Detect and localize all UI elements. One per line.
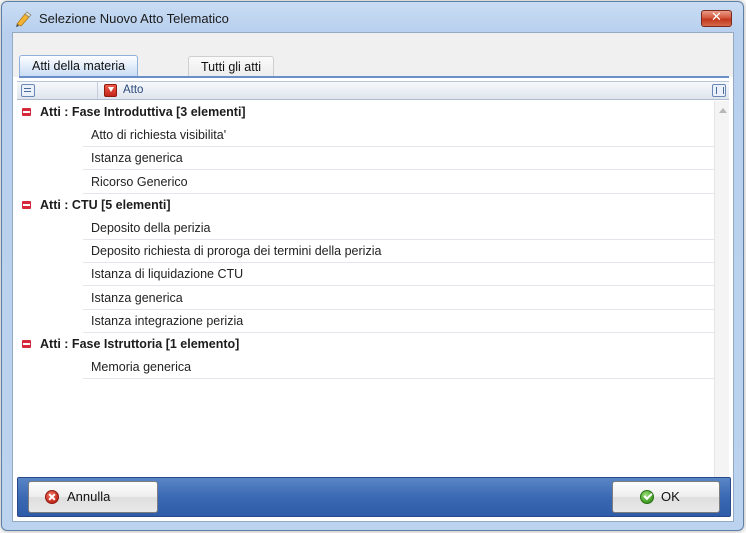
collapse-minus-icon[interactable]: [22, 339, 31, 348]
list-item-label: Atto di richiesta visibilita': [83, 124, 714, 148]
grid-rows: Atti : Fase Introduttiva [3 elementi] Att…: [17, 101, 714, 380]
ok-button-label: OK: [661, 489, 680, 504]
group-row[interactable]: Atti : CTU [5 elementi]: [17, 194, 714, 217]
tab-underline: [19, 76, 729, 78]
close-button[interactable]: ✕: [701, 10, 732, 27]
list-item[interactable]: Deposito richiesta di proroga dei termin…: [17, 240, 714, 264]
list-item-label: Istanza integrazione perizia: [83, 310, 714, 333]
scroll-up-icon[interactable]: [719, 108, 727, 113]
group-label: Atti : Fase Istruttoria [1 elemento]: [40, 336, 240, 351]
collapse-minus-icon[interactable]: [22, 200, 31, 209]
header-separator: [97, 82, 98, 99]
vertical-scrollbar[interactable]: [714, 101, 729, 505]
list-item[interactable]: Ricorso Generico: [17, 171, 714, 194]
list-item-label: Istanza generica: [83, 287, 714, 310]
dialog-content: Atti della materia Tutti gli atti Atto A…: [12, 32, 734, 522]
column-header-atto[interactable]: Atto: [123, 84, 143, 96]
list-item[interactable]: Istanza di liquidazione CTU: [17, 263, 714, 287]
ok-button[interactable]: OK: [612, 481, 720, 513]
list-item-label: Deposito della perizia: [83, 217, 714, 240]
grid-body: Atti : Fase Introduttiva [3 elementi] Att…: [17, 101, 729, 505]
title-bar[interactable]: Selezione Nuovo Atto Telematico ✕: [2, 2, 743, 34]
group-row[interactable]: Atti : Fase Istruttoria [1 elemento]: [17, 333, 714, 356]
check-icon: [640, 490, 654, 504]
tab-atti-della-materia[interactable]: Atti della materia: [19, 55, 139, 77]
cancel-icon: [45, 490, 59, 504]
tab-tutti-gli-atti[interactable]: Tutti gli atti: [188, 56, 274, 77]
list-item-label: Deposito richiesta di proroga dei termin…: [83, 240, 714, 264]
list-item[interactable]: Istanza generica: [17, 287, 714, 310]
sort-down-icon[interactable]: [104, 84, 117, 97]
column-chooser-icon[interactable]: [21, 84, 35, 97]
footer-bar: Annulla OK: [17, 477, 731, 517]
list-item-label: Ricorso Generico: [83, 171, 714, 194]
cancel-button[interactable]: Annulla: [28, 481, 158, 513]
group-label: Atti : Fase Introduttiva [3 elementi]: [40, 105, 246, 119]
grid-header: Atto: [17, 81, 729, 100]
collapse-minus-icon[interactable]: [22, 108, 31, 116]
window-title: Selezione Nuovo Atto Telematico: [39, 11, 229, 26]
list-item-label: Memoria generica: [83, 356, 714, 380]
list-item[interactable]: Istanza integrazione perizia: [17, 310, 714, 333]
group-row[interactable]: Atti : Fase Introduttiva [3 elementi]: [17, 101, 714, 124]
list-item[interactable]: Deposito della perizia: [17, 217, 714, 240]
cancel-button-label: Annulla: [67, 489, 111, 504]
dialog-window: Selezione Nuovo Atto Telematico ✕ Atti d…: [1, 1, 744, 531]
list-item[interactable]: Atto di richiesta visibilita': [17, 124, 714, 148]
list-item-label: Istanza di liquidazione CTU: [83, 263, 714, 287]
list-item[interactable]: Memoria generica: [17, 356, 714, 380]
grid-options-icon[interactable]: [712, 84, 726, 97]
group-label: Atti : CTU [5 elementi]: [40, 197, 171, 212]
close-icon: ✕: [711, 10, 722, 25]
app-icon: [15, 11, 33, 27]
tab-strip: Atti della materia Tutti gli atti: [13, 33, 733, 78]
list-item-label: Istanza generica: [83, 147, 714, 171]
list-item[interactable]: Istanza generica: [17, 147, 714, 171]
